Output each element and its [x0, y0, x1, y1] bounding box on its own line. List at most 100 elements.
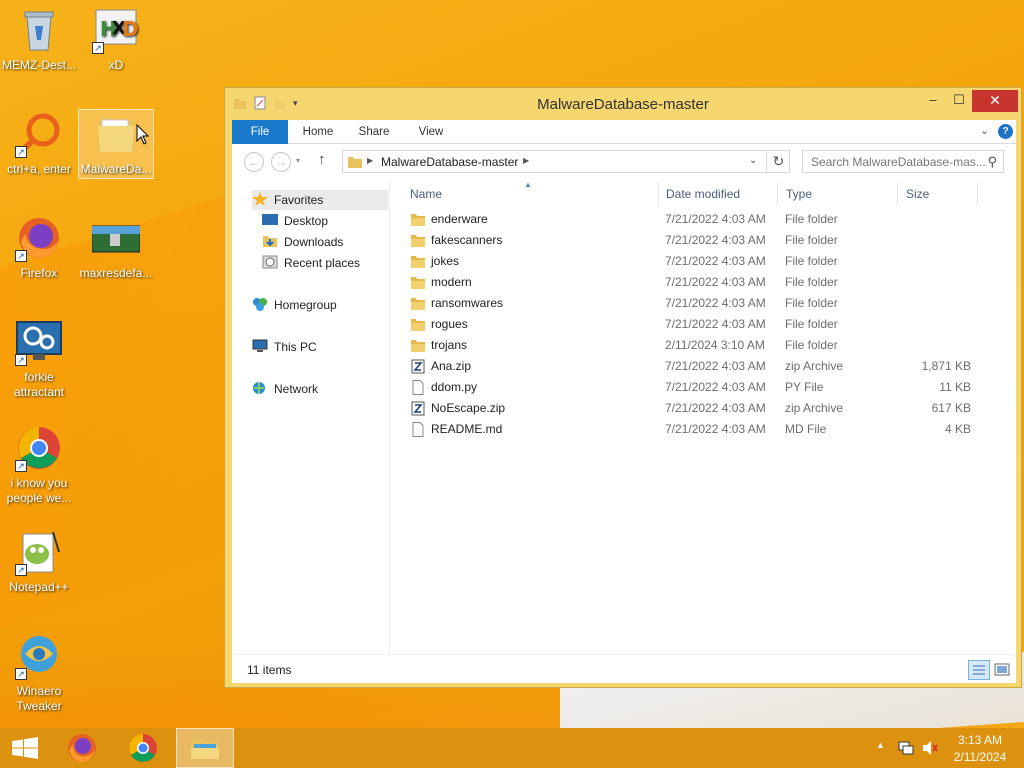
- desktop-icon-label: Winaero Tweaker: [16, 684, 62, 713]
- chrome-icon: [129, 734, 157, 762]
- file-type: PY File: [785, 380, 824, 394]
- title-bar[interactable]: ▾ MalwareDatabase-master – ☐ ✕: [225, 88, 1021, 120]
- up-button[interactable]: ↑: [318, 151, 326, 168]
- recent-locations-icon[interactable]: ▾: [296, 156, 300, 165]
- file-name: ransomwares: [431, 296, 504, 310]
- column-header-size[interactable]: Size: [898, 182, 978, 206]
- taskbar-firefox[interactable]: [55, 728, 111, 768]
- file-date: 7/21/2022 4:03 AM: [665, 359, 766, 373]
- desktop-icon-forkie[interactable]: ↗ forkie attractant: [1, 318, 77, 400]
- homegroup-icon: [252, 297, 268, 311]
- nav-item-homegroup[interactable]: Homegroup: [252, 295, 337, 315]
- desktop-icon-winaero[interactable]: ↗ Winaero Tweaker: [1, 632, 77, 714]
- network-tray-icon[interactable]: [898, 740, 914, 756]
- folder-icon: [410, 254, 426, 269]
- table-row[interactable]: ransomwares 7/21/2022 4:03 AM File folder: [402, 293, 982, 314]
- minimize-button[interactable]: –: [920, 90, 946, 112]
- file-name: jokes: [431, 254, 460, 268]
- folder-icon: [410, 275, 426, 290]
- file-name: NoEscape.zip: [431, 401, 506, 415]
- table-row[interactable]: ddom.py 7/21/2022 4:03 AM PY File 11 KB: [402, 377, 982, 398]
- desktop-icon-xd[interactable]: HXD ↗ xD: [78, 6, 154, 73]
- file-date: 7/21/2022 4:03 AM: [665, 380, 766, 394]
- nav-item-favorites[interactable]: Favorites: [252, 190, 388, 210]
- clock-date[interactable]: 2/11/2024: [946, 750, 1014, 764]
- table-row[interactable]: README.md 7/21/2022 4:03 AM MD File 4 KB: [402, 419, 982, 440]
- file-type: MD File: [785, 422, 827, 436]
- taskbar-chrome[interactable]: [115, 728, 171, 768]
- nav-label: Homegroup: [274, 298, 337, 312]
- file-type: File folder: [785, 254, 838, 268]
- large-icons-view-button[interactable]: [993, 661, 1011, 679]
- shortcut-arrow-icon: ↗: [15, 354, 27, 366]
- back-button[interactable]: ←: [244, 152, 264, 172]
- tab-view[interactable]: View: [403, 120, 459, 144]
- window-title: MalwareDatabase-master: [537, 96, 709, 113]
- nav-item-downloads[interactable]: Downloads: [262, 232, 343, 252]
- help-icon[interactable]: ?: [998, 124, 1013, 139]
- table-row[interactable]: fakescanners 7/21/2022 4:03 AM File folder: [402, 230, 982, 251]
- table-row[interactable]: Ana.zip 7/21/2022 4:03 AM zip Archive 1,871…: [402, 356, 982, 377]
- desktop-icon-memz[interactable]: MEMZ-Dest...: [1, 6, 77, 73]
- start-button[interactable]: [0, 728, 50, 768]
- nav-item-desktop[interactable]: Desktop: [262, 211, 328, 231]
- file-date: 7/21/2022 4:03 AM: [665, 254, 766, 268]
- folder-icon: [92, 110, 140, 158]
- close-button[interactable]: ✕: [972, 90, 1018, 112]
- tab-file[interactable]: File: [232, 120, 288, 144]
- file-name: ddom.py: [431, 380, 478, 394]
- content-area: Favorites Desktop Downloads Recent place…: [232, 180, 1016, 654]
- tab-share[interactable]: Share: [346, 120, 402, 144]
- table-row[interactable]: jokes 7/21/2022 4:03 AM File folder: [402, 251, 982, 272]
- tab-home[interactable]: Home: [290, 120, 346, 144]
- table-row[interactable]: modern 7/21/2022 4:03 AM File folder: [402, 272, 982, 293]
- folder-icon: [347, 155, 363, 172]
- desktop-icon-chrome[interactable]: ↗ i know you people we...: [1, 424, 77, 506]
- chevron-right-icon[interactable]: ▶: [367, 156, 373, 165]
- desktop-icon: [262, 213, 278, 227]
- search-placeholder: Search MalwareDatabase-mas...: [811, 155, 986, 169]
- star-icon: [252, 192, 268, 206]
- shortcut-arrow-icon: ↗: [15, 250, 27, 262]
- desktop-icon-firefox[interactable]: ↗ Firefox: [1, 214, 77, 281]
- nav-item-this-pc[interactable]: This PC: [252, 337, 317, 357]
- folder-icon: [410, 338, 426, 353]
- nav-label: Network: [274, 382, 319, 396]
- forward-button[interactable]: →: [271, 152, 291, 172]
- file-date: 7/21/2022 4:03 AM: [665, 296, 766, 310]
- table-row[interactable]: rogues 7/21/2022 4:03 AM File folder: [402, 314, 982, 335]
- nav-item-recent-places[interactable]: Recent places: [262, 253, 360, 273]
- refresh-button[interactable]: ↻: [766, 150, 790, 173]
- desktop-icon-ctrl-a[interactable]: ↗ ctrl+a, enter: [1, 110, 77, 177]
- navigation-bar: ← → ▾ ↑ ▶ MalwareDatabase-master ▶ ⌄ ↻ S…: [232, 144, 1016, 180]
- volume-muted-icon[interactable]: [922, 740, 938, 756]
- taskbar-file-explorer[interactable]: [176, 728, 234, 768]
- file-icon: [410, 380, 426, 395]
- recycle-bin-icon: [15, 6, 63, 54]
- nav-item-network[interactable]: Network: [252, 379, 318, 399]
- column-header-type[interactable]: Type: [778, 182, 898, 206]
- expand-ribbon-icon[interactable]: ⌄: [980, 124, 989, 137]
- search-input[interactable]: Search MalwareDatabase-mas... ⚲: [802, 150, 1004, 173]
- table-row[interactable]: NoEscape.zip 7/21/2022 4:03 AM zip Archive…: [402, 398, 982, 419]
- desktop-icon-maxresdefault[interactable]: maxresdefa...: [78, 214, 154, 281]
- table-row[interactable]: enderware 7/21/2022 4:03 AM File folder: [402, 209, 982, 230]
- clock-time[interactable]: 3:13 AM: [946, 733, 1014, 747]
- firefox-icon: [68, 734, 96, 762]
- breadcrumb[interactable]: MalwareDatabase-master: [381, 155, 518, 169]
- table-row[interactable]: trojans 2/11/2024 3:10 AM File folder: [402, 335, 982, 356]
- desktop-icon-notepadpp[interactable]: ↗ Notepad++: [1, 528, 77, 595]
- desktop-icon-label: MEMZ-Dest...: [2, 58, 76, 72]
- chevron-down-icon[interactable]: ⌄: [749, 155, 757, 166]
- column-header-date[interactable]: Date modified: [658, 182, 778, 206]
- details-view-button[interactable]: [968, 660, 990, 680]
- chevron-right-icon[interactable]: ▶: [523, 156, 529, 165]
- show-hidden-icons-icon[interactable]: ▲: [876, 740, 885, 750]
- folder-icon: [410, 233, 426, 248]
- file-name: enderware: [431, 212, 488, 226]
- recent-places-icon: [262, 255, 278, 269]
- folder-icon: [410, 212, 426, 227]
- maximize-button[interactable]: ☐: [946, 90, 972, 112]
- file-date: 7/21/2022 4:03 AM: [665, 233, 766, 247]
- address-bar[interactable]: ▶ MalwareDatabase-master ▶ ⌄: [342, 150, 790, 173]
